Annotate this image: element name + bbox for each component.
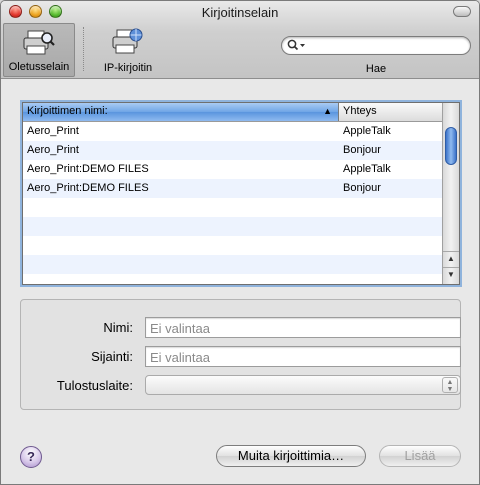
window-title: Kirjoitinselain <box>201 5 279 20</box>
table-row[interactable]: Aero_Print:DEMO FILES AppleTalk <box>23 160 442 179</box>
empty-row <box>23 255 442 274</box>
toolbar-toggle-button[interactable] <box>453 6 471 17</box>
search-label: Hae <box>365 63 387 75</box>
printer-connection: AppleTalk <box>343 125 391 137</box>
printer-list-header: Kirjoittimen nimi: ▲ Yhteys <box>23 103 442 122</box>
printer-name: Aero_Print <box>27 144 79 156</box>
location-field[interactable]: Ei valintaa <box>145 346 461 367</box>
scroll-down-arrow-icon[interactable]: ▼ <box>443 267 459 281</box>
printer-rows: Aero_Print AppleTalk Aero_Print Bonjour … <box>23 122 442 274</box>
printer-connection: Bonjour <box>343 144 381 156</box>
ip-printer-icon <box>112 28 144 59</box>
table-row[interactable]: Aero_Print AppleTalk <box>23 122 442 141</box>
title-bar: Kirjoitinselain <box>1 1 479 23</box>
printer-browser-window: Kirjoitinselain Oletusselain IP-kirjoiti… <box>0 0 480 485</box>
column-header-connection[interactable]: Yhteys <box>339 103 442 121</box>
location-label: Sijainti: <box>91 349 133 364</box>
name-field[interactable]: Ei valintaa <box>145 317 461 338</box>
stepper-arrows-icon: ▲ ▼ <box>442 377 458 393</box>
scrollbar-thumb[interactable] <box>445 127 457 165</box>
printer-connection: AppleTalk <box>343 163 391 175</box>
column-name-label: Kirjoittimen nimi: <box>27 105 108 117</box>
ip-printer-label: IP-kirjoitin <box>103 62 153 74</box>
default-browser-tab[interactable]: Oletusselain <box>3 23 75 77</box>
toolbar-separator <box>83 27 84 71</box>
printer-details-panel: Nimi: Ei valintaa Sijainti: Ei valintaa … <box>20 299 461 410</box>
printer-name: Aero_Print:DEMO FILES <box>27 182 149 194</box>
sort-ascending-icon: ▲ <box>323 106 332 116</box>
add-button[interactable]: Lisää <box>379 445 461 467</box>
list-scrollbar[interactable]: ▲ ▼ <box>442 103 459 284</box>
print-device-select[interactable]: ▲ ▼ <box>145 375 461 395</box>
empty-row <box>23 217 442 236</box>
column-header-name[interactable]: Kirjoittimen nimi: ▲ <box>23 103 339 121</box>
window-toolbar: Kirjoitinselain Oletusselain IP-kirjoiti… <box>1 1 479 79</box>
printer-name: Aero_Print <box>27 125 79 137</box>
scroll-up-arrow-icon[interactable]: ▲ <box>443 251 459 265</box>
help-button[interactable]: ? <box>20 446 42 468</box>
default-browser-label: Oletusselain <box>8 61 70 73</box>
table-row[interactable]: Aero_Print:DEMO FILES Bonjour <box>23 179 442 198</box>
name-label: Nimi: <box>103 320 133 335</box>
table-row[interactable]: Aero_Print Bonjour <box>23 141 442 160</box>
printer-search-icon <box>23 29 55 60</box>
empty-row <box>23 198 442 217</box>
empty-row <box>23 236 442 255</box>
print-device-label: Tulostuslaite: <box>56 378 133 393</box>
search-icon <box>287 39 307 55</box>
printer-list[interactable]: Kirjoittimen nimi: ▲ Yhteys Aero_Print A… <box>22 102 460 285</box>
ip-printer-tab[interactable]: IP-kirjoitin <box>93 23 163 77</box>
search-field[interactable] <box>281 36 471 55</box>
more-printers-button[interactable]: Muita kirjoittimia… <box>216 445 366 467</box>
printer-name: Aero_Print:DEMO FILES <box>27 163 149 175</box>
printer-connection: Bonjour <box>343 182 381 194</box>
column-connection-label: Yhteys <box>343 105 377 117</box>
